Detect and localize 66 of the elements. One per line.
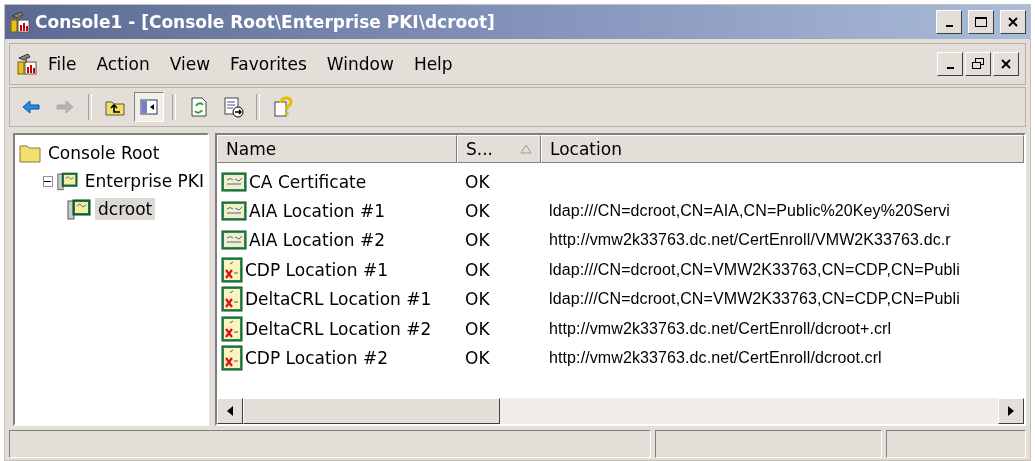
help-icon	[272, 96, 294, 118]
revoked-certificate-icon	[221, 315, 243, 342]
table-cell: CDP Location #1	[245, 259, 388, 280]
folder-icon	[19, 143, 41, 163]
console-icon	[16, 52, 38, 76]
menu-item[interactable]: View	[159, 50, 221, 78]
table-cell-text: OK	[464, 171, 491, 192]
table-cell-text: OK	[464, 289, 491, 310]
revoked-certificate-icon	[221, 286, 243, 313]
collapse-toggle[interactable]	[43, 175, 53, 187]
menu-item[interactable]: Action	[86, 50, 160, 78]
table-cell-text: OK	[464, 348, 491, 369]
maximize-button[interactable]	[968, 10, 994, 34]
maximize-icon	[974, 16, 988, 28]
menu-item[interactable]: Window	[316, 50, 404, 78]
minimize-icon	[945, 25, 953, 27]
certificate-icon	[221, 229, 247, 252]
column-header[interactable]: S...	[457, 135, 541, 163]
close-icon	[1000, 58, 1012, 70]
minimize-icon	[946, 67, 954, 69]
menu-item[interactable]: File	[38, 50, 87, 78]
table-cell-text: ldap:///CN=dcroot,CN=VMW2K33763,CN=CDP,CN=Publi	[548, 260, 961, 279]
menu-item[interactable]: Help	[403, 50, 463, 78]
table-cell-text: http://vmw2k33763.dc.net/CertEnroll/dcroot.crl	[548, 349, 883, 368]
table-cell: CDP Location #2	[245, 348, 388, 369]
export-list-icon	[222, 96, 244, 118]
tree-item[interactable]: Console Root	[45, 142, 163, 164]
tree-item[interactable]: dcroot	[95, 198, 156, 220]
revoked-certificate-icon	[221, 345, 243, 372]
certificate-icon	[221, 170, 247, 193]
table-cell-text: OK	[464, 201, 491, 222]
table-cell: CA Certificate	[249, 171, 367, 192]
column-header[interactable]: Location	[541, 135, 1024, 163]
scroll-left-icon	[226, 406, 234, 416]
refresh-icon	[188, 96, 210, 118]
table-cell: AIA Location #1	[249, 201, 386, 222]
sort-arrow-icon	[520, 144, 532, 154]
table-cell: DeltaCRL Location #1	[245, 289, 432, 310]
app-icon	[9, 10, 31, 34]
table-cell-text: OK	[464, 259, 491, 280]
close-button[interactable]	[1000, 10, 1026, 34]
certificate-server-icon	[67, 198, 91, 220]
tree-item[interactable]: Enterprise PKI	[81, 170, 207, 192]
pane-toggle-icon	[138, 96, 160, 118]
menu-item[interactable]: Favorites	[220, 50, 317, 78]
table-cell-text: OK	[464, 230, 491, 251]
table-cell-text: http://vmw2k33763.dc.net/CertEnroll/VMW2K33763.dc.r	[548, 231, 952, 250]
horizontal-scrollbar[interactable]	[217, 398, 1024, 424]
minimize-button[interactable]	[936, 10, 962, 34]
restore-icon	[971, 58, 985, 70]
certificate-server-icon	[56, 170, 78, 192]
close-button[interactable]	[993, 52, 1019, 76]
certificate-icon	[221, 200, 247, 223]
revoked-certificate-icon	[221, 256, 243, 283]
table-cell-text: ldap:///CN=dcroot,CN=VMW2K33763,CN=CDP,CN=Publi	[548, 290, 961, 309]
column-header[interactable]: Name	[217, 135, 457, 163]
window-title: Console1 - [Console Root\Enterprise PKI\dcroot]	[35, 12, 496, 32]
table-cell: DeltaCRL Location #2	[245, 318, 432, 339]
table-cell-text: http://vmw2k33763.dc.net/CertEnroll/dcroot+.crl	[548, 319, 893, 338]
table-cell: AIA Location #2	[249, 230, 386, 251]
restore-button[interactable]	[965, 52, 991, 76]
table-cell-text: OK	[464, 318, 491, 339]
scroll-right-icon	[1007, 406, 1015, 416]
table-cell-text: ldap:///CN=dcroot,CN=AIA,CN=Public%20Key%20Servi	[548, 202, 951, 221]
minimize-button[interactable]	[937, 52, 963, 76]
close-icon	[1007, 16, 1019, 28]
